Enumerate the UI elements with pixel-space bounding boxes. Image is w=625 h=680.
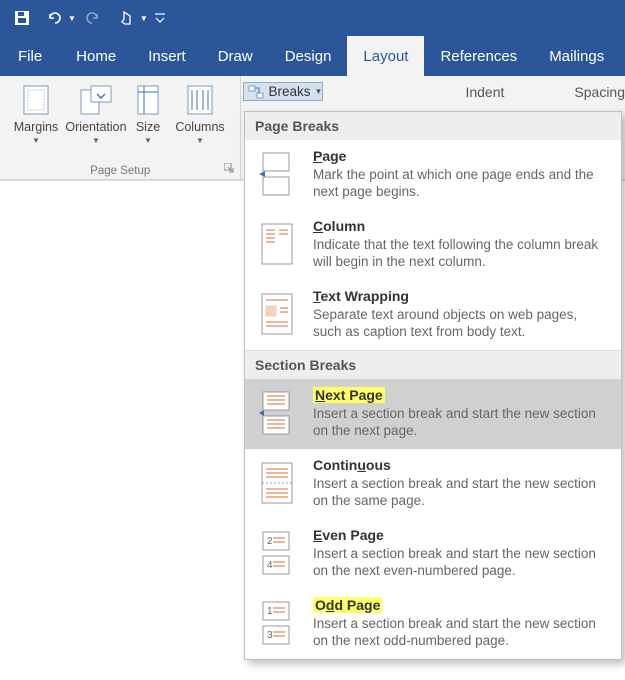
group-label-page-setup: Page Setup	[0, 165, 240, 177]
tab-design[interactable]: Design	[269, 36, 348, 76]
dd-title: Even Page	[313, 527, 609, 543]
odd-page-icon: 13	[257, 599, 297, 647]
touch-icon	[118, 10, 134, 26]
size-icon	[130, 82, 166, 118]
spacing-label: Spacing	[574, 84, 625, 100]
customize-icon	[155, 12, 165, 24]
tab-layout[interactable]: Layout	[347, 36, 424, 76]
dd-desc: Insert a section break and start the new…	[313, 475, 609, 509]
columns-button[interactable]: Columns ▼	[170, 80, 230, 177]
size-label: Size	[136, 120, 160, 134]
svg-text:1: 1	[267, 606, 273, 617]
breaks-dropdown-button[interactable]: Breaks ▼	[243, 82, 323, 101]
margins-label: Margins	[14, 120, 58, 134]
paragraph-heading-row: Indent Spacing	[465, 84, 625, 100]
indent-label: Indent	[465, 84, 504, 100]
dd-item-page[interactable]: Page Mark the point at which one page en…	[245, 140, 621, 210]
launcher-icon	[224, 163, 234, 173]
column-break-icon	[257, 220, 297, 268]
svg-text:3: 3	[267, 630, 273, 641]
tab-references[interactable]: References	[424, 36, 533, 76]
dd-desc: Indicate that the text following the col…	[313, 236, 609, 270]
redo-button-disabled	[80, 4, 108, 32]
svg-text:2: 2	[267, 536, 273, 547]
svg-text:4: 4	[267, 560, 273, 571]
dd-item-column[interactable]: Column Indicate that the text following …	[245, 210, 621, 280]
dd-title: Continuous	[313, 457, 609, 473]
orientation-icon	[78, 82, 114, 118]
tab-draw[interactable]: Draw	[202, 36, 269, 76]
ribbon-tabs: File Home Insert Draw Design Layout Refe…	[0, 36, 625, 76]
dd-title: Odd Page	[313, 597, 609, 613]
breaks-label: Breaks	[268, 84, 310, 99]
margins-button[interactable]: Margins ▼	[6, 80, 66, 177]
breaks-icon	[248, 85, 264, 99]
tab-home[interactable]: Home	[60, 36, 132, 76]
columns-label: Columns	[175, 120, 224, 134]
chevron-down-icon: ▼	[144, 136, 152, 146]
tab-review-clipped[interactable]: Re	[620, 36, 625, 76]
dd-title: Text Wrapping	[313, 288, 609, 304]
dd-item-odd-page[interactable]: 13 Odd Page Insert a section break and s…	[245, 589, 621, 659]
quick-access-toolbar: ▼ ▼	[0, 0, 625, 36]
orientation-button[interactable]: Orientation ▼	[66, 80, 126, 177]
undo-dropdown-icon[interactable]: ▼	[68, 14, 76, 23]
dd-item-next-page[interactable]: Next Page Insert a section break and sta…	[245, 379, 621, 449]
dd-item-continuous[interactable]: Continuous Insert a section break and st…	[245, 449, 621, 519]
undo-button[interactable]	[40, 4, 68, 32]
dd-header-section-breaks: Section Breaks	[245, 350, 621, 379]
dd-desc: Separate text around objects on web page…	[313, 306, 609, 340]
dd-desc: Insert a section break and start the new…	[313, 405, 609, 439]
save-icon	[14, 10, 30, 26]
dd-desc: Insert a section break and start the new…	[313, 545, 609, 579]
tab-file[interactable]: File	[8, 36, 60, 76]
dd-title: Column	[313, 218, 609, 234]
page-break-icon	[257, 150, 297, 198]
chevron-down-icon: ▼	[32, 136, 40, 146]
dd-header-page-breaks: Page Breaks	[245, 112, 621, 140]
chevron-down-icon: ▼	[92, 136, 100, 146]
breaks-dropdown-menu: Page Breaks Page Mark the point at which…	[244, 111, 622, 660]
tab-mailings[interactable]: Mailings	[533, 36, 620, 76]
undo-icon	[45, 10, 63, 26]
dd-desc: Mark the point at which one page ends an…	[313, 166, 609, 200]
save-button[interactable]	[8, 4, 36, 32]
continuous-icon	[257, 459, 297, 507]
group-page-setup: Margins ▼ Orientation ▼ Size ▼ Columns ▼…	[0, 76, 241, 179]
dd-title: Page	[313, 148, 609, 164]
chevron-down-icon: ▼	[315, 87, 323, 96]
tab-insert[interactable]: Insert	[132, 36, 202, 76]
even-page-icon: 24	[257, 529, 297, 577]
margins-icon	[18, 82, 54, 118]
dialog-launcher-page-setup[interactable]	[222, 161, 236, 175]
ribbon-right: Breaks ▼ Indent Spacing	[241, 76, 625, 101]
touch-dropdown-icon[interactable]: ▼	[140, 14, 148, 23]
dd-title: Next Page	[313, 387, 609, 403]
text-wrapping-icon	[257, 290, 297, 338]
dd-desc: Insert a section break and start the new…	[313, 615, 609, 649]
orientation-label: Orientation	[65, 120, 126, 134]
next-page-icon	[257, 389, 297, 437]
columns-icon	[182, 82, 218, 118]
chevron-down-icon: ▼	[196, 136, 204, 146]
size-button[interactable]: Size ▼	[126, 80, 170, 177]
redo-icon	[86, 10, 102, 26]
qat-customize-button[interactable]	[152, 4, 168, 32]
dd-item-even-page[interactable]: 24 Even Page Insert a section break and …	[245, 519, 621, 589]
touch-mode-button[interactable]	[112, 4, 140, 32]
dd-item-text-wrapping[interactable]: Text Wrapping Separate text around objec…	[245, 280, 621, 350]
